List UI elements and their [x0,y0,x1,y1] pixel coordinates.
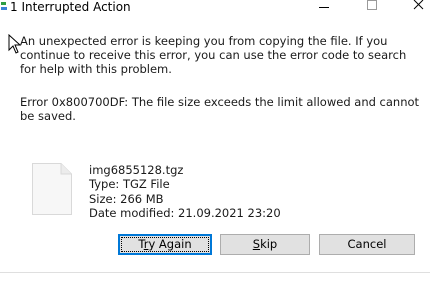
try-again-button[interactable]: Try Again [118,234,212,255]
error-code-text: Error 0x800700DF: The file size exceeds … [20,95,420,123]
skip-button[interactable]: Skip [220,234,310,255]
skip-mnemonic: S [252,237,261,251]
copy-action-icon [1,2,7,10]
file-size: Size: 266 MB [89,191,164,206]
generic-file-icon [32,163,72,215]
try-again-label-suffix: y Again [148,237,192,251]
minimize-button[interactable] [310,0,340,15]
cancel-button[interactable]: Cancel [319,234,415,255]
minimize-icon [319,7,329,8]
maximize-button[interactable] [357,0,387,15]
close-icon [413,0,424,10]
window-title: 1 Interrupted Action [10,0,131,14]
file-type: Type: TGZ File [89,177,170,192]
skip-label: Skip [253,237,277,251]
try-again-label: Try Again [121,237,209,252]
error-description: An unexpected error is keeping you from … [20,34,407,76]
file-name: img6855128.tgz [89,163,184,177]
file-details: img6855128.tgz Type: TGZ File Size: 266 … [89,163,281,220]
interrupted-action-dialog: 1 Interrupted Action An unexpected error… [0,0,430,287]
file-date-modified: Date modified: 21.09.2021 23:20 [89,205,281,220]
footer-divider [0,272,430,273]
title-bar: 1 Interrupted Action [0,0,430,16]
close-button[interactable] [404,0,430,15]
maximize-icon [367,0,377,10]
skip-label-suffix: kip [260,237,278,251]
